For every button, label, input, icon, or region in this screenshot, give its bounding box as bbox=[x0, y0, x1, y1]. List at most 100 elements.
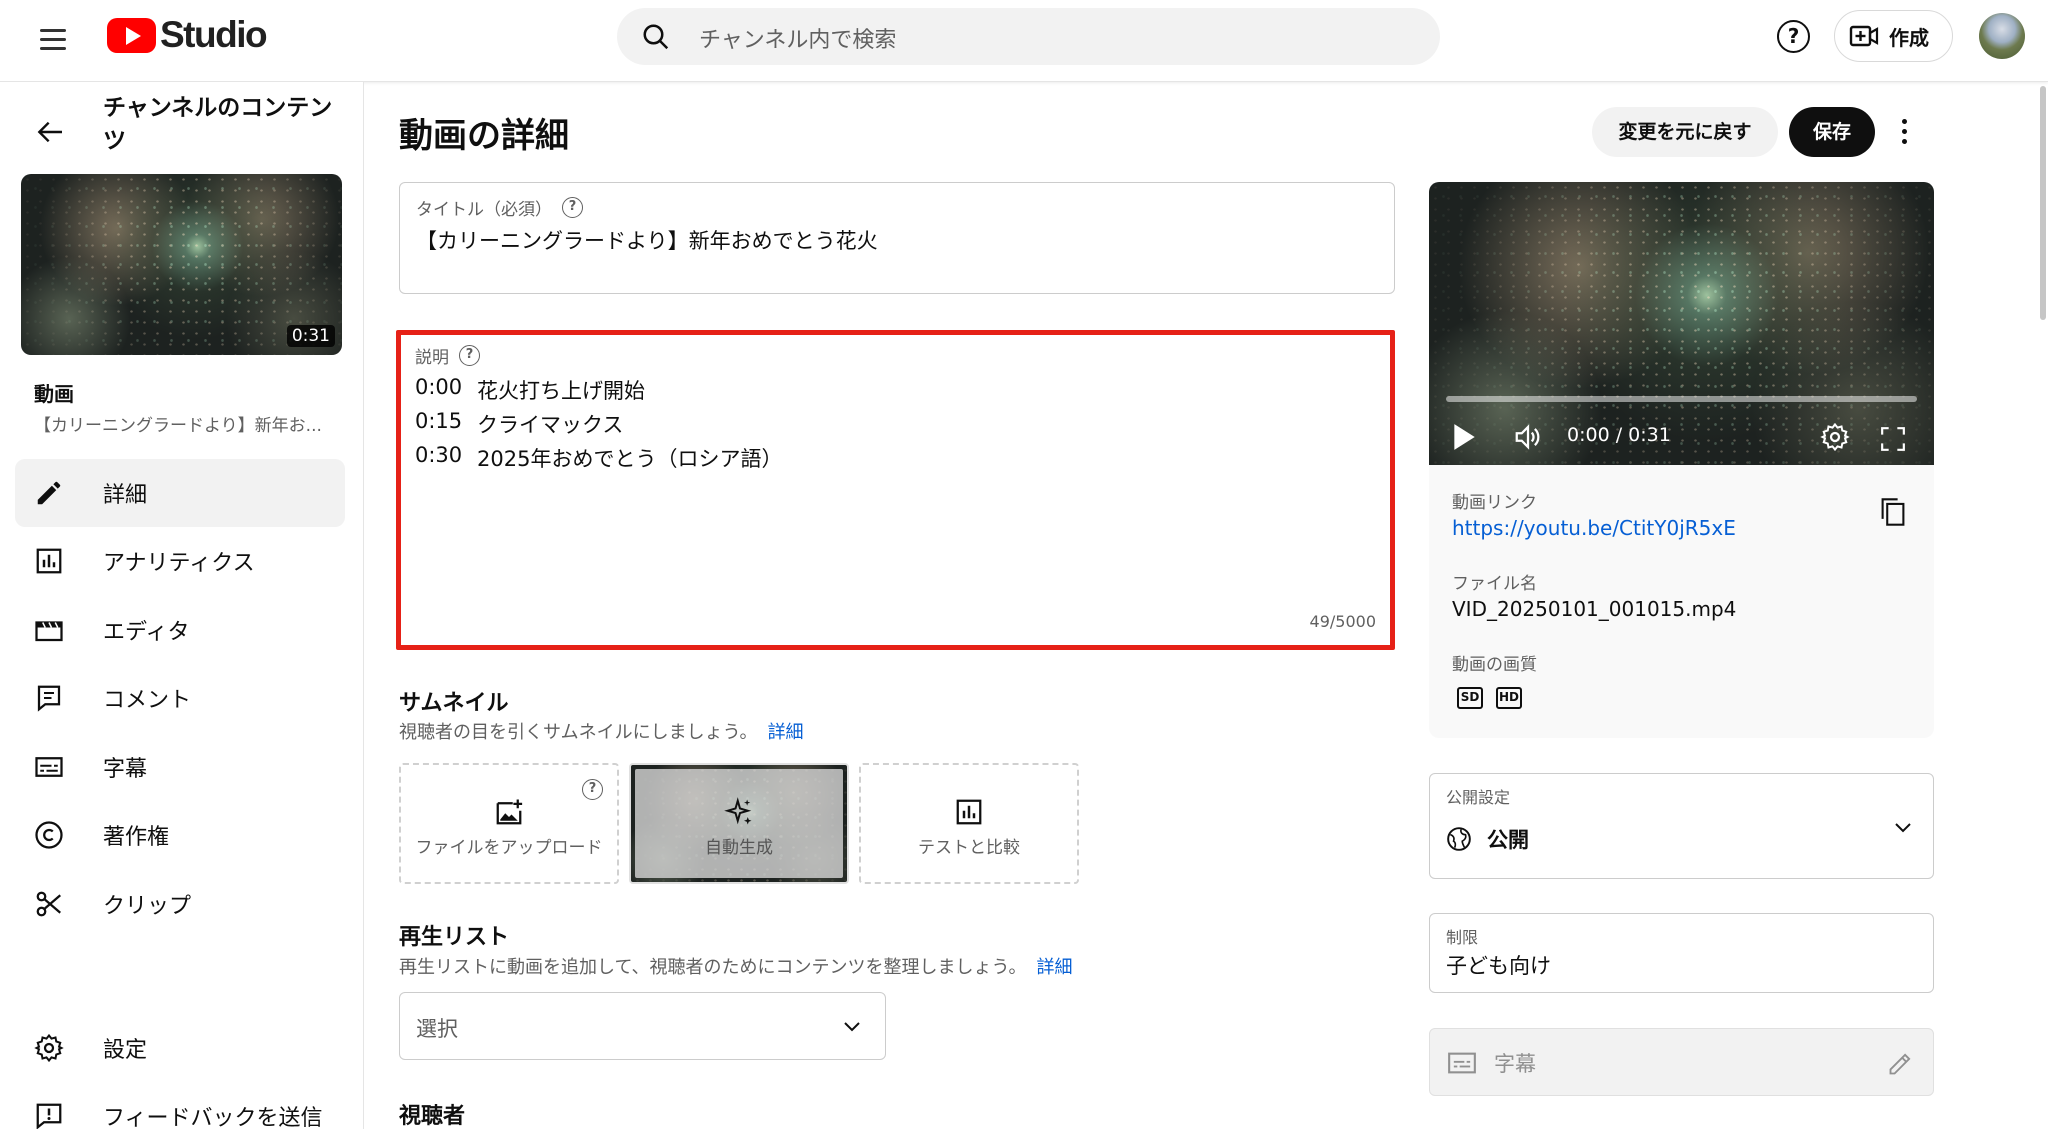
copy-icon[interactable] bbox=[1880, 497, 1906, 527]
sidebar-item-label: フィードバックを送信 bbox=[103, 1106, 323, 1129]
restrictions-value: 子ども向け bbox=[1446, 954, 1551, 978]
chevron-down-icon bbox=[844, 1022, 860, 1032]
test-and-compare-label: テストと比較 bbox=[918, 838, 1020, 858]
auto-generated-thumbnail-option[interactable]: 自動生成 bbox=[629, 763, 849, 884]
video-progress-bar[interactable] bbox=[1446, 396, 1917, 402]
visibility-select[interactable]: 公開設定 公開 bbox=[1429, 773, 1934, 879]
help-icon[interactable]: ? bbox=[582, 779, 603, 800]
scissors-icon bbox=[36, 891, 61, 917]
fullscreen-icon[interactable] bbox=[1880, 426, 1906, 452]
copyright-icon bbox=[35, 821, 63, 849]
page-scrollbar[interactable] bbox=[2040, 86, 2046, 320]
video-thumbnail[interactable]: 0:31 bbox=[21, 174, 342, 355]
feedback-icon bbox=[36, 1103, 62, 1129]
menu-icon[interactable] bbox=[36, 22, 70, 56]
playlist-section-title: 再生リスト bbox=[399, 925, 510, 950]
studio-logo[interactable]: Studio bbox=[107, 14, 268, 55]
page-title: 動画の詳細 bbox=[399, 116, 569, 156]
analytics-icon bbox=[36, 548, 62, 574]
sidebar-item-subtitles[interactable]: 字幕 bbox=[15, 733, 345, 801]
sidebar-title[interactable]: チャンネルのコンテンツ bbox=[103, 92, 333, 158]
description-field[interactable]: 説明 ? 0:00 花火打ち上げ開始 0:15 クライマックス 0:30 2025年お… bbox=[396, 330, 1395, 650]
search-bar[interactable]: チャンネル内で検索 bbox=[617, 8, 1440, 65]
video-label: 動画 bbox=[34, 382, 74, 406]
sidebar-item-label: クリップ bbox=[103, 894, 192, 919]
upload-thumbnail-option[interactable]: ? ファイルをアップロード bbox=[399, 763, 619, 884]
title-field-label: タイトル（必須） bbox=[416, 200, 552, 220]
sidebar: チャンネルのコンテンツ 0:31 動画 【カリーニングラードより】新年お... … bbox=[0, 82, 364, 1129]
audience-section-title: 視聴者 bbox=[399, 1104, 466, 1129]
auto-generated-label: 自動生成 bbox=[705, 838, 773, 858]
playlist-section-subtitle: 再生リストに動画を追加して、視聴者のためにコンテンツを整理しましょう。 詳細 bbox=[399, 957, 1073, 978]
avatar[interactable] bbox=[1979, 13, 2025, 59]
sidebar-item-settings[interactable]: 設定 bbox=[15, 1014, 345, 1082]
logo-text: Studio bbox=[160, 14, 268, 55]
thumbnail-section-title: サムネイル bbox=[399, 691, 509, 716]
sidebar-item-editor[interactable]: エディタ bbox=[15, 596, 345, 664]
description-line[interactable]: 0:00 花火打ち上げ開始 bbox=[415, 375, 645, 405]
restrictions-label: 制限 bbox=[1446, 928, 1479, 947]
player-time: 0:00 / 0:31 bbox=[1567, 424, 1671, 446]
volume-icon[interactable] bbox=[1513, 422, 1543, 452]
playlist-select[interactable]: 選択 bbox=[399, 992, 886, 1060]
test-and-compare-option[interactable]: テストと比較 bbox=[859, 763, 1079, 884]
globe-icon bbox=[1447, 827, 1471, 851]
top-header: Studio チャンネル内で検索 ? 作成 bbox=[0, 0, 2048, 82]
video-add-icon bbox=[1849, 25, 1879, 47]
back-arrow-icon[interactable] bbox=[34, 116, 66, 148]
compare-icon bbox=[956, 799, 982, 825]
file-name: VID_20250101_001015.mp4 bbox=[1452, 597, 1737, 621]
play-icon[interactable] bbox=[1451, 422, 1477, 452]
create-label: 作成 bbox=[1889, 25, 1929, 50]
help-icon[interactable]: ? bbox=[562, 197, 583, 218]
playlist-select-value: 選択 bbox=[416, 1017, 458, 1041]
pencil-icon[interactable] bbox=[1887, 1049, 1915, 1077]
sidebar-item-label: コメント bbox=[103, 688, 192, 713]
playlist-learn-more-link[interactable]: 詳細 bbox=[1036, 957, 1072, 978]
sidebar-item-copyright[interactable]: 著作権 bbox=[15, 801, 345, 869]
sidebar-item-feedback[interactable]: フィードバックを送信 bbox=[15, 1082, 345, 1129]
captions-label: 字幕 bbox=[1494, 1052, 1536, 1076]
title-input[interactable]: 【カリーニングラードより】新年おめでとう花火 bbox=[416, 225, 878, 255]
chevron-down-icon bbox=[1895, 823, 1911, 833]
youtube-play-logo-icon bbox=[107, 17, 156, 53]
sd-badge: SD bbox=[1457, 687, 1483, 709]
create-button[interactable]: 作成 bbox=[1834, 10, 1953, 62]
search-input[interactable]: チャンネル内で検索 bbox=[699, 22, 896, 54]
visibility-value: 公開 bbox=[1487, 828, 1529, 852]
sidebar-item-details[interactable]: 詳細 bbox=[15, 459, 345, 527]
sidebar-item-label: 設定 bbox=[103, 1038, 148, 1063]
video-player[interactable]: 0:00 / 0:31 bbox=[1429, 182, 1934, 465]
thumbnail-learn-more-link[interactable]: 詳細 bbox=[768, 722, 804, 743]
subtitles-icon bbox=[1448, 1052, 1476, 1074]
upload-thumbnail-label: ファイルをアップロード bbox=[415, 838, 603, 858]
video-quality-label: 動画の画質 bbox=[1452, 655, 1537, 675]
pencil-icon bbox=[37, 481, 61, 505]
duration-badge: 0:31 bbox=[286, 325, 335, 347]
sparkle-icon bbox=[724, 797, 752, 825]
hd-badge: HD bbox=[1496, 687, 1522, 709]
more-options-icon[interactable] bbox=[1894, 116, 1914, 148]
sidebar-item-comments[interactable]: コメント bbox=[15, 664, 345, 732]
search-icon bbox=[643, 24, 669, 50]
description-line[interactable]: 0:30 2025年おめでとう（ロシア語） bbox=[415, 443, 782, 473]
thumbnail-section-subtitle: 視聴者の目を引くサムネイルにしましょう。 詳細 bbox=[399, 722, 804, 743]
comment-icon bbox=[37, 685, 61, 712]
sidebar-item-label: 詳細 bbox=[103, 483, 148, 508]
help-icon[interactable]: ? bbox=[459, 345, 480, 366]
restrictions-field[interactable]: 制限 子ども向け bbox=[1429, 913, 1934, 993]
captions-field[interactable]: 字幕 bbox=[1429, 1028, 1934, 1096]
upload-image-icon bbox=[496, 799, 523, 825]
settings-icon[interactable] bbox=[1820, 422, 1850, 452]
video-link[interactable]: https://youtu.be/CtitY0jR5xE bbox=[1452, 516, 1736, 540]
editor-icon bbox=[35, 621, 63, 642]
help-icon[interactable]: ? bbox=[1777, 20, 1810, 53]
sidebar-item-clips[interactable]: クリップ bbox=[15, 870, 345, 938]
save-button[interactable]: 保存 bbox=[1789, 107, 1875, 157]
title-field[interactable]: タイトル（必須） ? 【カリーニングラードより】新年おめでとう花火 bbox=[399, 182, 1395, 294]
sidebar-item-label: 字幕 bbox=[103, 757, 148, 782]
undo-changes-button[interactable]: 変更を元に戻す bbox=[1592, 107, 1778, 157]
video-info-card: 動画リンク https://youtu.be/CtitY0jR5xE ファイル名… bbox=[1429, 465, 1934, 738]
description-line[interactable]: 0:15 クライマックス bbox=[415, 409, 623, 439]
sidebar-item-analytics[interactable]: アナリティクス bbox=[15, 527, 345, 595]
